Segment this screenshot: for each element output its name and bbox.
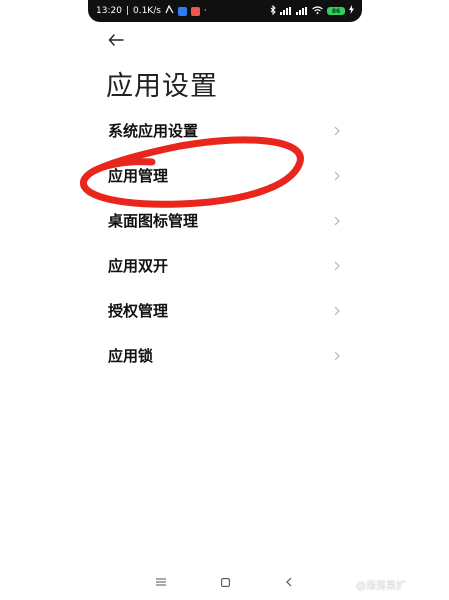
menu-item-label: 应用双开 <box>108 257 169 275</box>
back-arrow-icon <box>108 34 124 46</box>
home-nav-button[interactable] <box>218 575 232 589</box>
menu-item-label: 授权管理 <box>108 302 169 320</box>
home-square-icon <box>220 577 230 587</box>
back-button[interactable] <box>106 30 126 50</box>
chevron-right-icon <box>334 350 344 362</box>
notification-blue-app-icon <box>177 6 187 16</box>
menu-item-label: 系统应用设置 <box>108 122 199 140</box>
signal-icon-2 <box>296 7 308 15</box>
back-chevron-icon <box>286 577 292 587</box>
signal-icon-1 <box>280 7 292 15</box>
menu-item-app-management[interactable]: 应用管理 <box>88 153 362 198</box>
menu-item-label: 应用管理 <box>108 167 169 185</box>
settings-menu: 系统应用设置 应用管理 桌面图标管理 应用双开 授权管理 应用锁 <box>88 108 362 378</box>
status-separator: | <box>125 6 129 16</box>
menu-item-system-app-settings[interactable]: 系统应用设置 <box>88 108 362 153</box>
menu-nav-button[interactable] <box>154 575 168 589</box>
chevron-right-icon <box>334 170 344 182</box>
battery-icon: 86 <box>327 7 345 15</box>
notification-dot-icon: · <box>203 6 207 16</box>
back-nav-button[interactable] <box>282 575 296 589</box>
hamburger-icon <box>156 578 166 586</box>
wifi-icon <box>312 5 323 17</box>
status-bar-left: 13:20 | 0.1K/s · <box>96 4 207 17</box>
chevron-right-icon <box>334 215 344 227</box>
menu-item-desktop-icon-management[interactable]: 桌面图标管理 <box>88 198 362 243</box>
menu-item-dual-apps[interactable]: 应用双开 <box>88 243 362 288</box>
status-net-speed: 0.1K/s <box>132 6 161 16</box>
chevron-right-icon <box>334 305 344 317</box>
menu-item-permission-management[interactable]: 授权管理 <box>88 288 362 333</box>
status-bar-right: 86 <box>270 4 354 18</box>
chevron-right-icon <box>334 260 344 272</box>
system-navigation-bar <box>88 572 362 592</box>
menu-item-label: 桌面图标管理 <box>108 212 199 230</box>
charging-icon <box>349 5 354 17</box>
chevron-right-icon <box>334 125 344 137</box>
watermark: @渐落黑扩 <box>356 581 406 592</box>
phone-screen: 13:20 | 0.1K/s · 86 应用设置 系统应用设置 应用管理 桌面图… <box>88 0 362 600</box>
status-bar: 13:20 | 0.1K/s · 86 <box>88 0 362 22</box>
notification-red-app-icon <box>190 6 200 16</box>
status-time: 13:20 <box>96 6 122 16</box>
page-title: 应用设置 <box>106 71 218 102</box>
bluetooth-icon <box>270 4 276 18</box>
menu-item-label: 应用锁 <box>108 347 154 365</box>
menu-item-app-lock[interactable]: 应用锁 <box>88 333 362 378</box>
notification-app-icon <box>165 4 174 17</box>
